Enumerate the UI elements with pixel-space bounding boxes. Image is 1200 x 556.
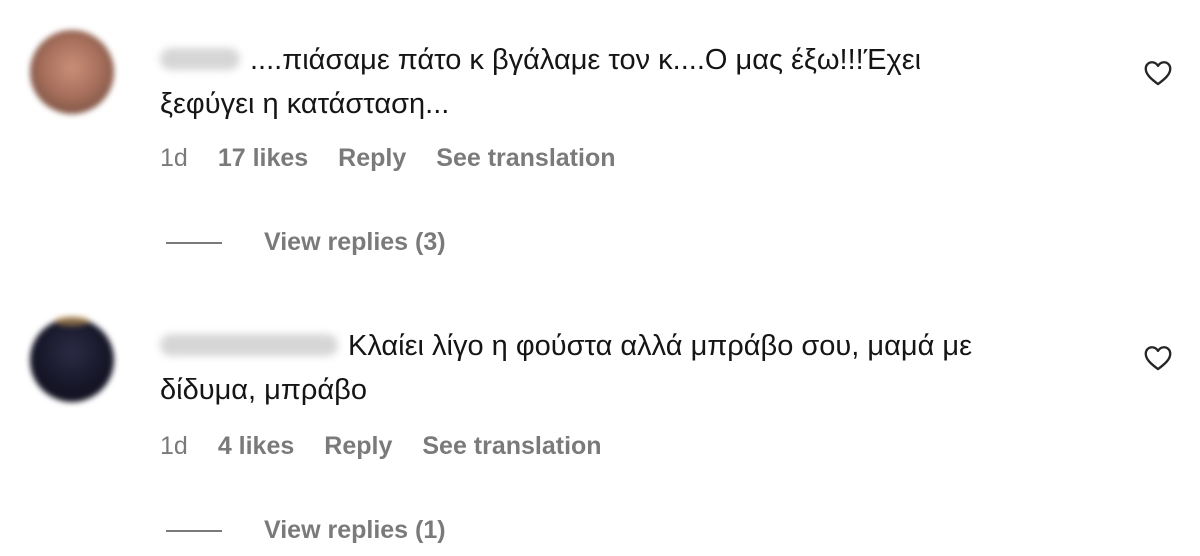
comment-text-line-1: Κλαίει λίγο η φούστα αλλά μπράβο σου, μα… [348,330,973,362]
comment-text-line-1: ....πιάσαμε πάτο κ βγάλαμε τον κ....Ο μα… [250,44,922,76]
username-redacted[interactable] [160,334,338,356]
comment-text-line-2: δίδυμα, μπράβο [160,374,367,406]
view-replies-label: View replies (3) [264,228,446,256]
reply-button[interactable]: Reply [338,144,406,173]
view-replies-label: View replies (1) [264,516,446,544]
view-replies-button[interactable]: View replies (1) [166,516,446,545]
avatar[interactable] [30,30,114,114]
see-translation-button[interactable]: See translation [422,432,601,461]
heart-icon[interactable] [1144,345,1172,371]
replies-divider [166,529,222,532]
likes-count[interactable]: 4 likes [218,432,294,461]
reply-button[interactable]: Reply [324,432,392,461]
comment-meta: 1d 17 likes Reply See translation [160,144,646,173]
heart-icon[interactable] [1144,60,1172,86]
comment-text-line-2: ξεφύγει η κατάσταση... [160,88,450,120]
comment-meta: 1d 4 likes Reply See translation [160,432,632,461]
comment-age: 1d [160,144,188,172]
see-translation-button[interactable]: See translation [436,144,615,173]
likes-count[interactable]: 17 likes [218,144,308,173]
view-replies-button[interactable]: View replies (3) [166,228,446,257]
username-redacted[interactable] [160,48,240,70]
avatar[interactable] [30,316,114,402]
replies-divider [166,241,222,244]
comment-age: 1d [160,432,188,460]
